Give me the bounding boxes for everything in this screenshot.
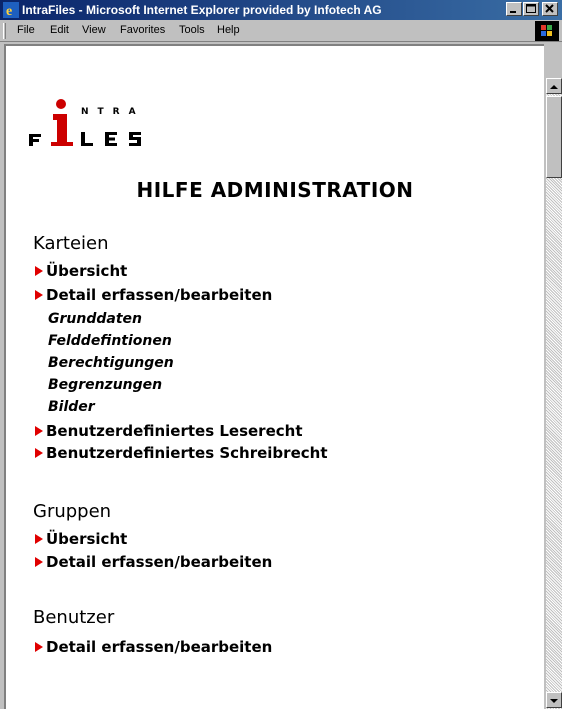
menu-view[interactable]: View <box>82 24 106 36</box>
red-arrow-icon <box>35 557 43 567</box>
link-gruppen-uebersicht[interactable]: Übersicht <box>35 530 127 548</box>
help-page: NTRA HILFE ADMINISTRATION Karteien Übers… <box>6 46 544 709</box>
section-benutzer-title: Benutzer <box>33 607 115 628</box>
scroll-up-button[interactable] <box>546 78 562 94</box>
link-benutzerdefiniertes-leserecht[interactable]: Benutzerdefiniertes Leserecht <box>35 422 303 440</box>
minimize-button[interactable] <box>506 2 522 16</box>
window-title: IntraFiles - Microsoft Internet Explorer… <box>22 3 382 17</box>
menu-file[interactable]: File <box>17 24 35 36</box>
link-karteien-uebersicht[interactable]: Übersicht <box>35 262 127 280</box>
red-arrow-icon <box>35 426 43 436</box>
page-title: HILFE ADMINISTRATION <box>136 178 414 202</box>
sub-grunddaten: Grunddaten <box>48 311 142 327</box>
vertical-scrollbar[interactable] <box>546 78 562 709</box>
page-viewport: NTRA HILFE ADMINISTRATION Karteien Übers… <box>4 44 544 709</box>
menu-tools[interactable]: Tools <box>179 24 205 36</box>
sub-felddefintionen: Felddefintionen <box>48 333 172 349</box>
browser-window: e IntraFiles - Microsoft Internet Explor… <box>0 0 562 709</box>
section-gruppen-title: Gruppen <box>33 501 112 522</box>
maximize-button[interactable] <box>523 2 539 16</box>
sub-berechtigungen: Berechtigungen <box>48 355 174 371</box>
close-icon <box>545 4 554 13</box>
link-gruppen-detail[interactable]: Detail erfassen/bearbeiten <box>35 553 272 571</box>
link-label: Detail erfassen/bearbeiten <box>46 553 273 571</box>
menu-edit[interactable]: Edit <box>50 24 69 36</box>
link-benutzerdefiniertes-schreibrecht[interactable]: Benutzerdefiniertes Schreibrecht <box>35 444 327 462</box>
sub-bilder: Bilder <box>48 399 95 415</box>
scroll-down-button[interactable] <box>546 692 562 708</box>
link-label: Übersicht <box>46 530 128 548</box>
link-benutzer-detail[interactable]: Detail erfassen/bearbeiten <box>35 638 272 656</box>
sub-begrenzungen: Begrenzungen <box>48 377 163 393</box>
intrafiles-logo: NTRA <box>29 99 145 146</box>
svg-text:NTRA: NTRA <box>81 107 145 117</box>
menu-bar: File Edit View Favorites Tools Help <box>0 20 562 42</box>
menu-favorites[interactable]: Favorites <box>120 24 165 36</box>
arrow-down-icon <box>550 699 558 703</box>
link-label: Benutzerdefiniertes Schreibrecht <box>46 444 328 462</box>
windows-logo-throbber <box>535 21 559 41</box>
link-label: Übersicht <box>46 262 128 280</box>
maximize-icon <box>526 4 536 13</box>
close-button[interactable] <box>542 2 558 16</box>
red-arrow-icon <box>35 642 43 652</box>
menu-help[interactable]: Help <box>217 24 240 36</box>
red-arrow-icon <box>35 266 43 276</box>
toolbar-grip[interactable] <box>3 23 6 39</box>
windows-flag-icon <box>541 25 552 36</box>
svg-text:e: e <box>6 4 12 18</box>
red-arrow-icon <box>35 534 43 544</box>
title-bar[interactable]: e IntraFiles - Microsoft Internet Explor… <box>0 0 562 20</box>
link-label: Benutzerdefiniertes Leserecht <box>46 422 303 440</box>
minimize-icon <box>510 11 516 13</box>
internet-explorer-icon: e <box>3 2 19 18</box>
section-karteien-title: Karteien <box>33 233 109 254</box>
arrow-up-icon <box>550 85 558 89</box>
red-arrow-icon <box>35 290 43 300</box>
link-label: Detail erfassen/bearbeiten <box>46 638 273 656</box>
scroll-thumb[interactable] <box>546 96 562 178</box>
link-label: Detail erfassen/bearbeiten <box>46 286 273 304</box>
red-arrow-icon <box>35 448 43 458</box>
link-karteien-detail[interactable]: Detail erfassen/bearbeiten <box>35 286 272 304</box>
